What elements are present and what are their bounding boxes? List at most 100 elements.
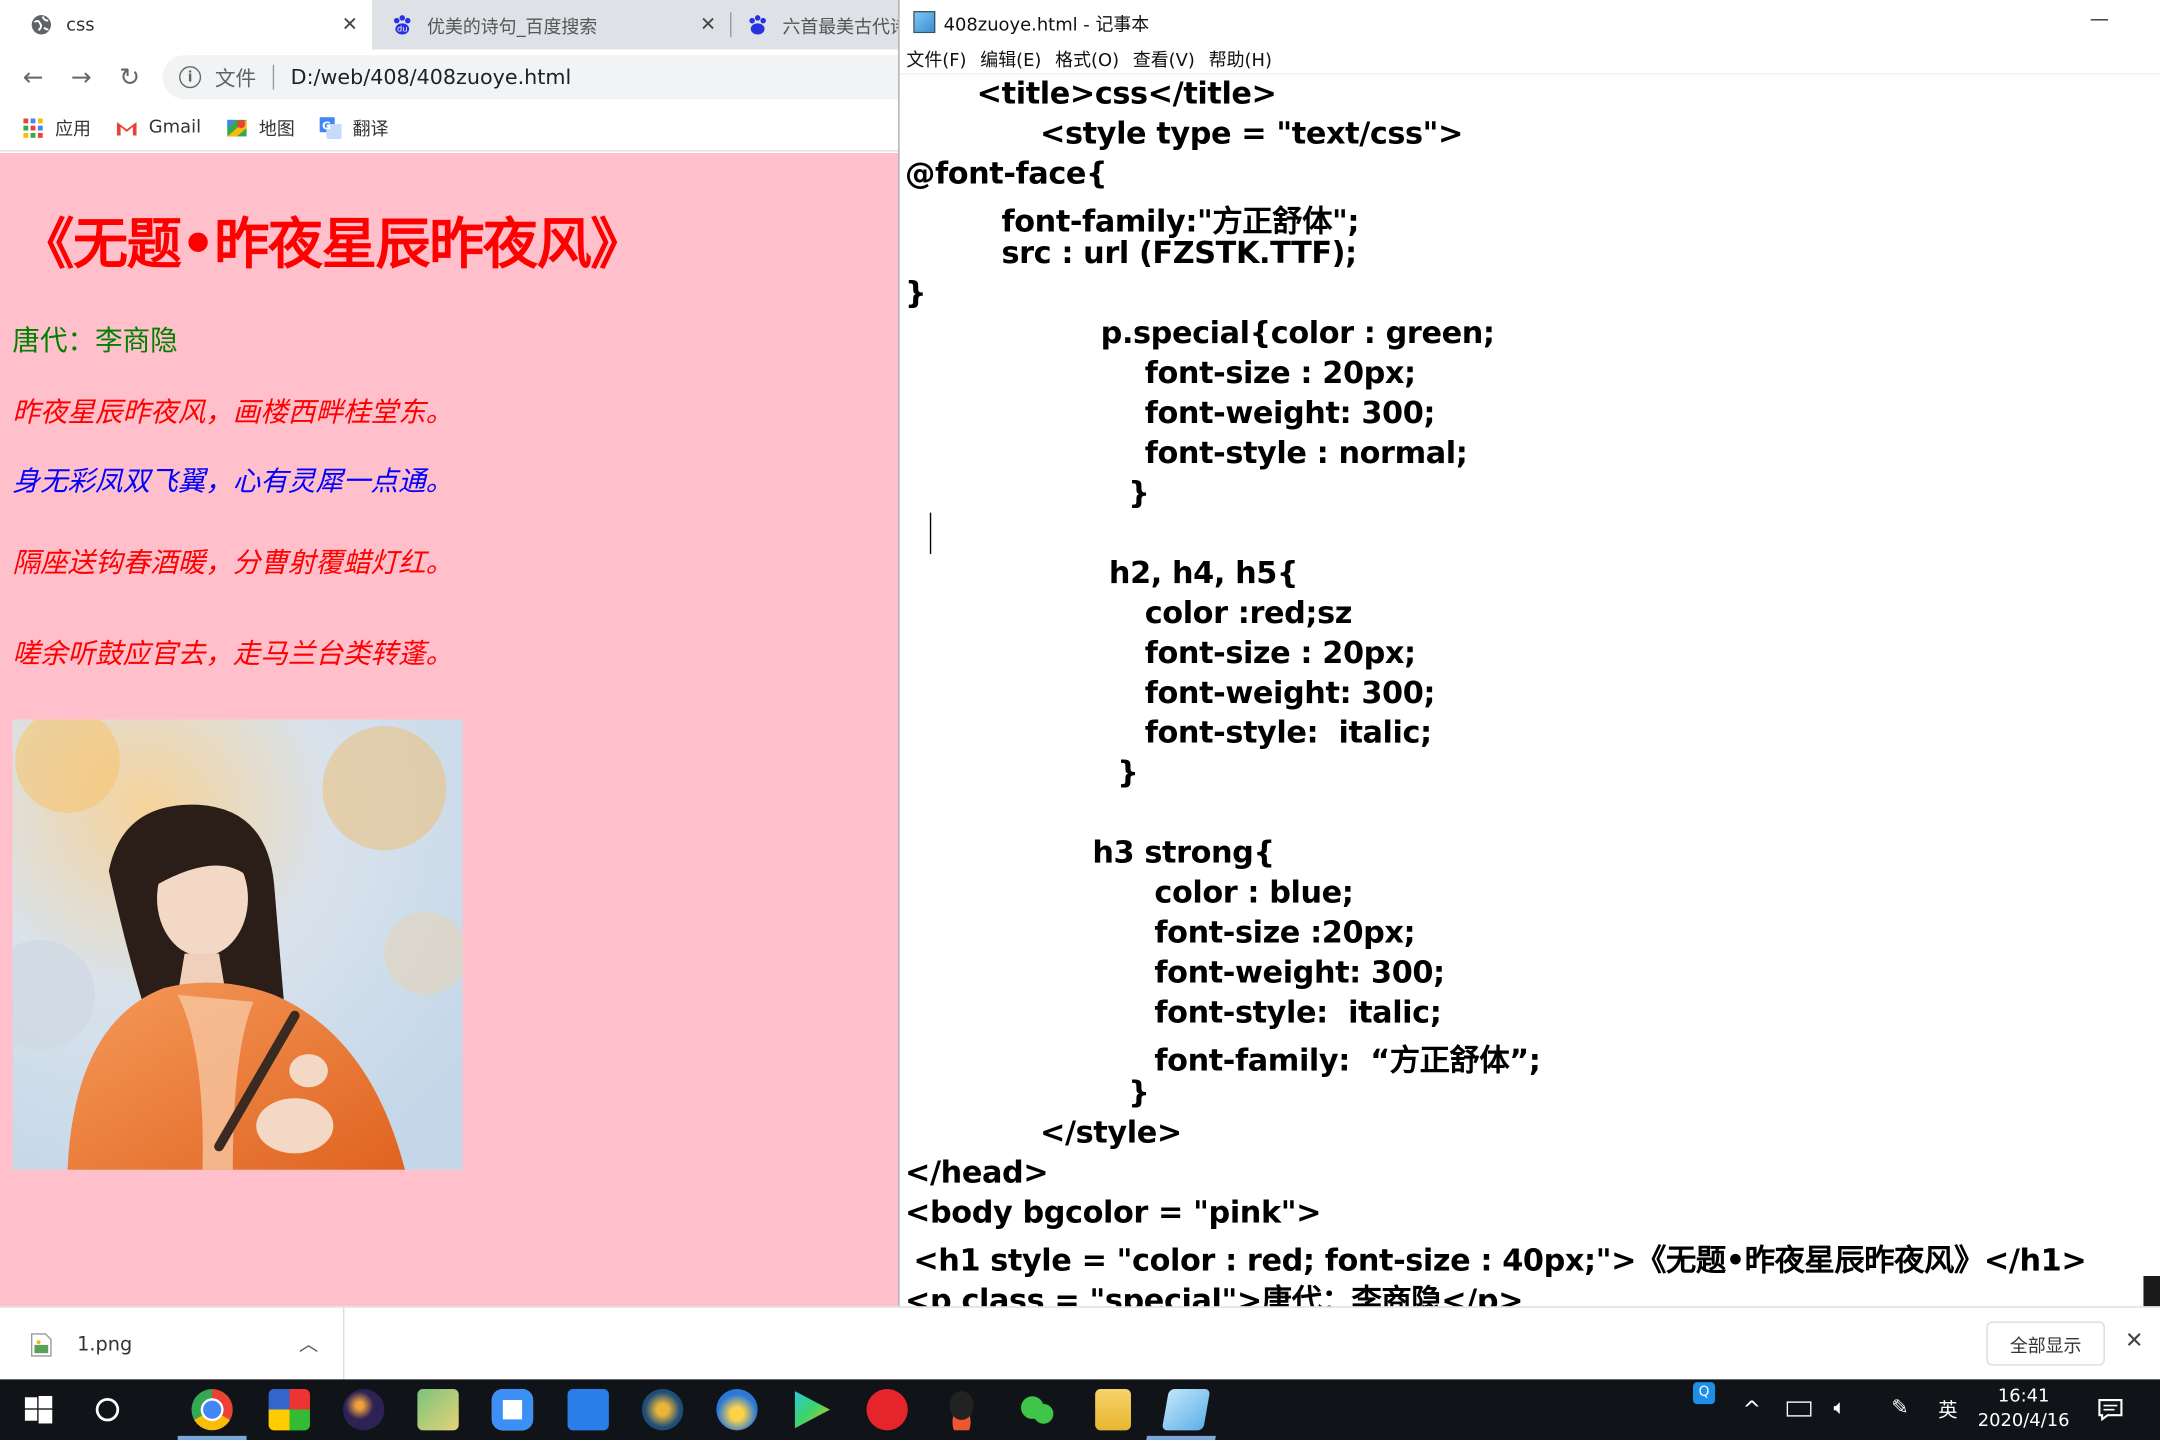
pen-icon[interactable]: ✎	[1891, 1395, 1908, 1420]
menu-view[interactable]: 查看(V)	[1133, 45, 1195, 72]
chrome-taskbar-icon[interactable]	[177, 1389, 247, 1440]
bookmark-gmail[interactable]: Gmail	[116, 116, 201, 138]
apps-grid-icon	[22, 116, 44, 138]
svg-text:du: du	[397, 24, 407, 34]
chevron-up-icon[interactable]: ︿	[299, 1330, 318, 1358]
clock-time: 16:41	[1997, 1386, 2050, 1407]
download-filename: 1.png	[77, 1333, 133, 1356]
wps-icon[interactable]	[567, 1389, 609, 1431]
poem-line-3: 隔座送钩春酒暖，分曹射覆蜡灯红。	[12, 545, 454, 579]
eclipse-icon[interactable]	[343, 1389, 385, 1431]
editor-app-icon[interactable]	[417, 1389, 459, 1431]
code-line: <h1 style = "color : red; font-size : 40…	[913, 1244, 2087, 1279]
show-all-button[interactable]: 全部显示	[1986, 1321, 2105, 1366]
code-line: </style>	[1040, 1116, 1182, 1151]
text-caret	[929, 512, 932, 554]
close-tab-icon[interactable]: ✕	[336, 14, 364, 36]
notepad-icon	[913, 11, 936, 34]
colorful-app-icon[interactable]	[268, 1389, 310, 1431]
resize-grip[interactable]	[2143, 1276, 2160, 1307]
chevron-up-icon[interactable]: ^	[1743, 1396, 1761, 1422]
menu-help[interactable]: 帮助(H)	[1209, 45, 1272, 72]
bookmark-label: 应用	[55, 119, 91, 141]
notepad-taskbar-icon[interactable]	[1161, 1389, 1211, 1431]
notepad-title: 408zuoye.html - 记事本	[943, 14, 1150, 36]
file-explorer-icon[interactable]	[1095, 1389, 1131, 1431]
reload-icon[interactable]: ↻	[113, 61, 146, 94]
bookmark-translate[interactable]: G 翻译	[319, 114, 389, 141]
baidu-paw-icon: du	[391, 14, 413, 36]
code-line: font-family:"方正舒体";	[1001, 205, 1360, 240]
tab-baidu-search[interactable]: du 优美的诗句_百度搜索 ✕	[361, 0, 730, 50]
code-line: </head>	[905, 1156, 1049, 1191]
close-icon[interactable]: ✕	[2125, 1327, 2143, 1353]
code-line: font-weight: 300;	[1154, 956, 1445, 991]
tab-css[interactable]: css ✕	[0, 0, 372, 50]
menu-edit[interactable]: 编辑(E)	[980, 45, 1041, 72]
menu-format[interactable]: 格式(O)	[1055, 45, 1119, 72]
code-line: h3 strong{	[1092, 836, 1275, 871]
clock[interactable]: 16:41 2020/4/16	[1975, 1385, 2071, 1435]
code-line: p.special{color : green;	[1100, 316, 1495, 352]
bookmark-apps[interactable]: 应用	[22, 114, 91, 141]
qq-tray-icon[interactable]: Q	[1693, 1382, 1716, 1405]
notification-icon[interactable]	[2087, 1379, 2134, 1440]
code-line: <body bgcolor = "pink">	[905, 1196, 1322, 1231]
notepad-window: 408zuoye.html - 记事本 — 文件(F) 编辑(E) 格式(O) …	[898, 0, 2160, 1307]
bookmark-label: 翻译	[352, 119, 389, 141]
back-icon[interactable]: ←	[17, 61, 50, 94]
url-text[interactable]: D:/web/408/408zuoye.html	[291, 65, 572, 90]
bookmarks-bar: 应用 Gmail 地图 G 翻译	[0, 104, 910, 152]
flame-app-icon[interactable]	[716, 1389, 758, 1431]
code-line: font-style : normal;	[1144, 436, 1468, 472]
baidu-paw-icon	[747, 14, 769, 36]
code-line: font-style: italic;	[1154, 996, 1442, 1031]
code-line: color : blue;	[1154, 876, 1354, 911]
notepad-menubar: 文件(F) 编辑(E) 格式(O) 查看(V) 帮助(H)	[899, 44, 2160, 75]
code-line: font-family: “方正舒体”;	[1154, 1044, 1541, 1079]
code-line: font-size : 20px;	[1144, 356, 1416, 392]
notepad-text-area[interactable]: <title>css</title> <style type = "text/c…	[900, 74, 2160, 1306]
image-file-icon	[30, 1332, 52, 1357]
address-bar[interactable]: i 文件 D:/web/408/408zuoye.html	[162, 55, 910, 100]
netease-music-icon[interactable]	[866, 1389, 908, 1431]
baidu-netdisk-icon[interactable]	[491, 1389, 534, 1431]
code-line: <title>css</title>	[976, 77, 1277, 112]
code-line: }	[905, 276, 927, 312]
code-line: @font-face{	[905, 157, 1108, 192]
translate-icon: G	[319, 116, 342, 139]
bookmark-maps[interactable]: 地图	[226, 114, 295, 141]
code-line: font-style: italic;	[1144, 716, 1432, 752]
download-shelf: 1.png ︿ 全部显示 ✕	[0, 1306, 2160, 1381]
cortana-search-icon[interactable]	[83, 1379, 133, 1440]
menu-file[interactable]: 文件(F)	[906, 45, 966, 72]
battery-icon[interactable]	[1786, 1401, 1812, 1417]
info-icon[interactable]: i	[179, 66, 202, 89]
code-line: font-weight: 300;	[1144, 676, 1436, 712]
tab-title: 六首最美古代诗	[782, 17, 908, 38]
ime-indicator[interactable]: 英	[1938, 1396, 1957, 1424]
forward-icon[interactable]: →	[65, 61, 98, 94]
bookmark-label: Gmail	[148, 117, 202, 138]
poem-line-2: 身无彩凤双飞翼，心有灵犀一点通。	[12, 464, 454, 498]
windows-start-icon[interactable]	[11, 1379, 66, 1440]
volume-icon[interactable]: 🔈︎	[1834, 1395, 1846, 1420]
wechat-icon[interactable]	[1016, 1389, 1058, 1431]
code-line: src : url (FZSTK.TTF);	[1001, 237, 1357, 272]
qq-icon[interactable]	[940, 1389, 983, 1431]
code-line: <style type = "text/css">	[1040, 117, 1464, 152]
game-app-icon[interactable]	[641, 1389, 684, 1431]
tab-title: css	[66, 14, 95, 36]
poem-line-1: 昨夜星辰昨夜风，画楼西畔桂堂东。	[12, 395, 454, 429]
minimize-icon[interactable]: —	[2090, 8, 2109, 30]
download-item[interactable]: 1.png ︿	[0, 1307, 345, 1381]
code-line: }	[1128, 476, 1150, 512]
page-viewport: 《无题•昨夜星辰昨夜风》 唐代：李商隐 昨夜星辰昨夜风，画楼西畔桂堂东。 身无彩…	[0, 152, 910, 1307]
tab-title: 优美的诗句_百度搜索	[427, 17, 598, 38]
video-player-icon[interactable]	[794, 1391, 830, 1429]
tab-strip: css ✕ du 优美的诗句_百度搜索 ✕ 六首最美古代诗	[0, 0, 910, 50]
code-line: font-size :20px;	[1154, 916, 1416, 951]
svg-text:G: G	[322, 119, 331, 132]
tab-poems[interactable]: 六首最美古代诗	[716, 0, 909, 50]
browser-window: css ✕ du 优美的诗句_百度搜索 ✕ 六首最美古代诗 ← → ↻ i 文件…	[0, 0, 910, 1307]
